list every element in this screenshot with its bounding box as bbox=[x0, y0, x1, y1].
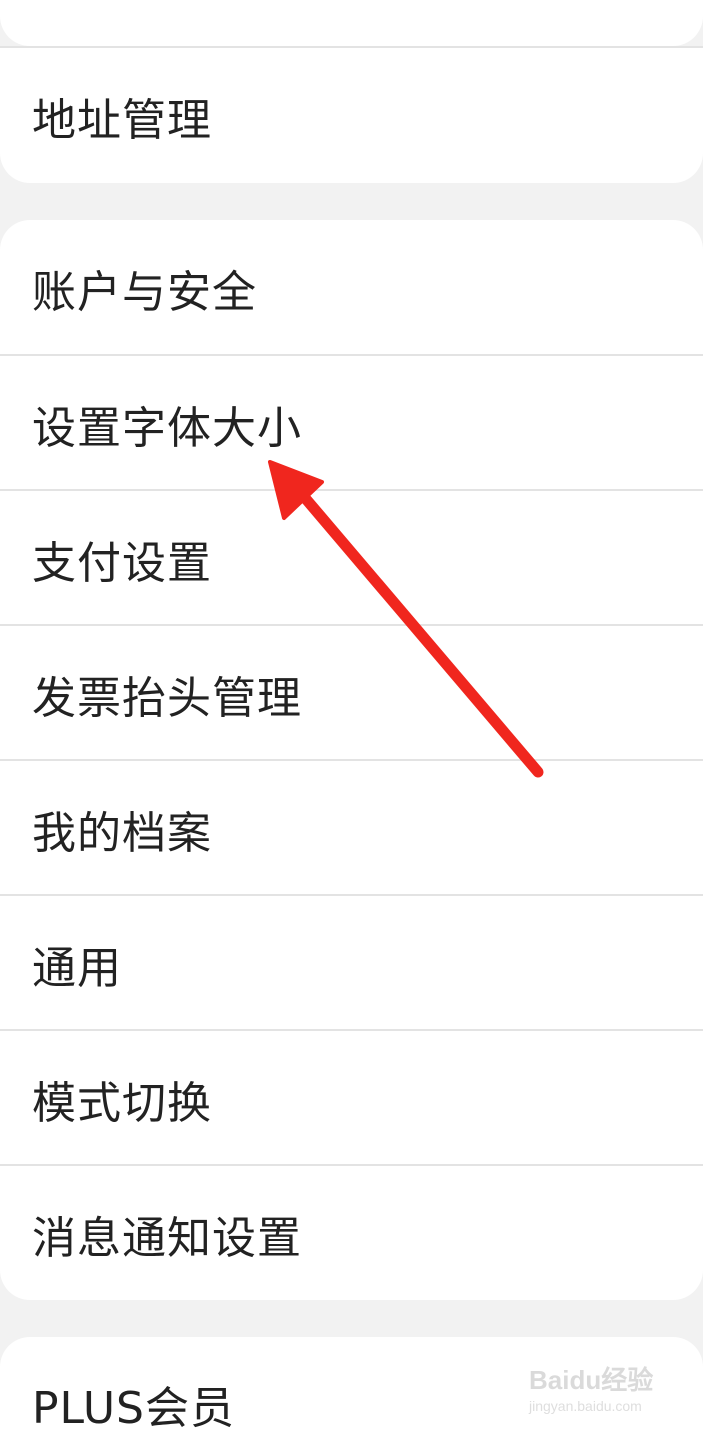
previous-card-edge bbox=[0, 0, 703, 46]
settings-item-label: 消息通知设置 bbox=[32, 1212, 302, 1264]
settings-page: 地址管理 账户与安全 设置字体大小 支付设置 发票抬头管理 我的档案 通用 模式… bbox=[0, 0, 703, 1440]
settings-item-address[interactable]: 地址管理 bbox=[0, 48, 703, 183]
settings-item-label: 我的档案 bbox=[32, 807, 212, 859]
settings-item-my-profile[interactable]: 我的档案 bbox=[0, 761, 703, 896]
settings-item-label: 设置字体大小 bbox=[32, 402, 302, 454]
settings-item-label: 支付设置 bbox=[32, 537, 212, 589]
settings-item-account-security[interactable]: 账户与安全 bbox=[0, 220, 703, 355]
settings-item-payment[interactable]: 支付设置 bbox=[0, 491, 703, 626]
settings-item-mode-switch[interactable]: 模式切换 bbox=[0, 1031, 703, 1166]
settings-group-2: 账户与安全 设置字体大小 支付设置 发票抬头管理 我的档案 通用 模式切换 消息… bbox=[0, 220, 703, 1300]
watermark-url: jingyan.baidu.com bbox=[529, 1398, 642, 1414]
settings-item-font-size[interactable]: 设置字体大小 bbox=[0, 356, 703, 491]
settings-item-label: 模式切换 bbox=[32, 1077, 212, 1129]
settings-item-general[interactable]: 通用 bbox=[0, 896, 703, 1031]
settings-group-1: 地址管理 bbox=[0, 48, 703, 183]
settings-item-invoice[interactable]: 发票抬头管理 bbox=[0, 626, 703, 761]
baidu-watermark: Baidu经验 jingyan.baidu.com bbox=[529, 1360, 669, 1420]
settings-item-notifications[interactable]: 消息通知设置 bbox=[0, 1166, 703, 1301]
settings-item-label: PLUS会员 bbox=[32, 1383, 235, 1434]
settings-item-label: 账户与安全 bbox=[32, 266, 257, 318]
watermark-brand: Baidu经验 bbox=[529, 1365, 654, 1395]
settings-item-label: 地址管理 bbox=[32, 94, 212, 146]
settings-item-label: 发票抬头管理 bbox=[32, 672, 302, 724]
settings-item-label: 通用 bbox=[32, 942, 122, 994]
